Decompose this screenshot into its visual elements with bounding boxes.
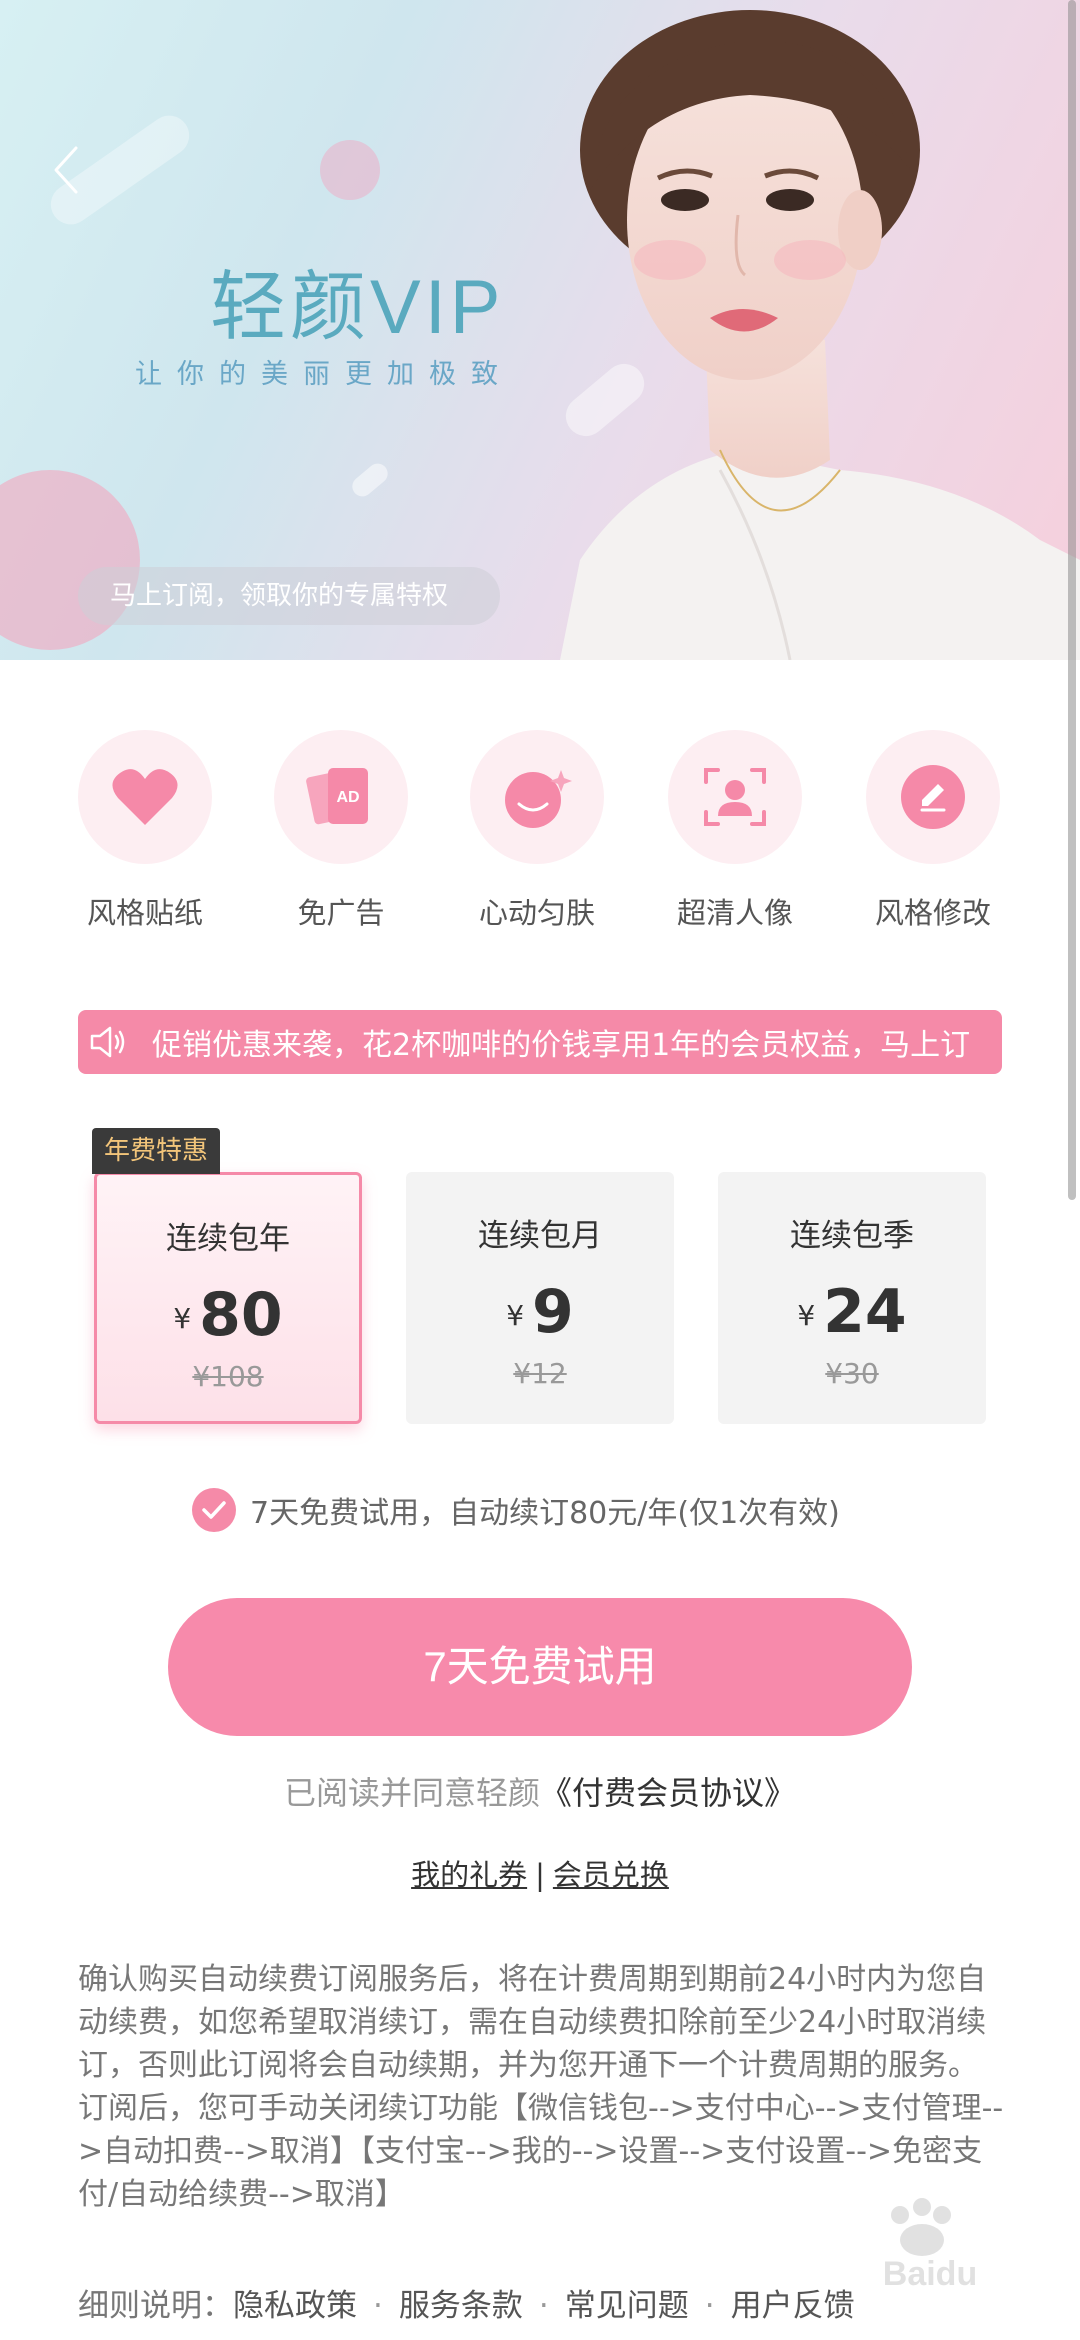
currency-symbol: ¥ xyxy=(506,1298,525,1332)
decor-blob xyxy=(320,140,380,200)
feature-icon-circle xyxy=(668,730,802,864)
currency-symbol: ¥ xyxy=(797,1298,816,1332)
dot-separator: · xyxy=(373,2288,383,2324)
my-coupons-link[interactable]: 我的礼券 xyxy=(411,1858,527,1892)
promo-marquee[interactable]: 促销优惠来袭，花2杯咖啡的价钱享用1年的会员权益，马上订 xyxy=(78,1010,1002,1074)
feature-icon-circle: AD xyxy=(274,730,408,864)
currency-symbol: ¥ xyxy=(173,1301,192,1335)
plan-name: 连续包年 xyxy=(166,1221,290,1257)
feature-icon-circle xyxy=(78,730,212,864)
feature-label: 免广告 xyxy=(297,896,385,930)
plan-name: 连续包月 xyxy=(478,1218,602,1254)
plan-price-value: 9 xyxy=(532,1277,574,1347)
portrait-scan-icon xyxy=(704,768,766,826)
privacy-policy-link[interactable]: 隐私政策 xyxy=(233,2288,357,2324)
member-redeem-link[interactable]: 会员兑换 xyxy=(553,1858,669,1892)
feature-icon-circle xyxy=(866,730,1000,864)
details-label: 细则说明： xyxy=(78,2288,233,2324)
plan-card-yearly[interactable]: 连续包年 ¥80 ¥108 xyxy=(94,1172,362,1424)
svg-text:Baidu: Baidu xyxy=(883,2255,977,2293)
plan-price: ¥80 xyxy=(97,1280,359,1350)
checkmark-checkbox[interactable] xyxy=(192,1488,236,1532)
plan-original-price: ¥108 xyxy=(192,1360,264,1393)
scrollbar[interactable] xyxy=(1068,0,1076,1200)
edit-pencil-icon xyxy=(901,765,965,829)
plan-selector: 连续包年 ¥80 ¥108 年费特惠 连续包月 ¥9 ¥12 连续包季 ¥24 … xyxy=(0,1128,1080,1428)
face-sparkle-icon xyxy=(505,770,572,828)
vip-feature-list: 风格贴纸 AD 免广告 心动匀肤 超清人像 风格修改 xyxy=(0,730,1080,950)
plan-price: ¥24 xyxy=(718,1277,986,1347)
feature-item-hd-portrait: 超清人像 xyxy=(650,730,820,932)
link-separator: | xyxy=(535,1858,545,1892)
coupon-links: 我的礼券 | 会员兑换 xyxy=(0,1852,1080,1894)
subscribe-prompt-pill: 马上订阅，领取你的专属特权 xyxy=(78,567,500,625)
dot-separator: · xyxy=(538,2288,549,2324)
feature-icon-circle xyxy=(470,730,604,864)
details-footer: 细则说明：隐私政策 · 服务条款 · 常见问题 · 用户反馈 xyxy=(78,2280,855,2325)
dot-separator: · xyxy=(704,2288,715,2324)
plan-card-quarterly[interactable]: 连续包季 ¥24 ¥30 xyxy=(718,1172,986,1424)
speaker-icon xyxy=(78,1010,138,1074)
agreement-prefix: 已阅读并同意轻颜 xyxy=(283,1774,540,1812)
feature-item-skin-smooth: 心动匀肤 xyxy=(452,730,622,932)
feature-label: 心动匀肤 xyxy=(478,896,595,930)
feature-label: 风格修改 xyxy=(874,896,991,930)
brand-title: 轻颜VIP xyxy=(210,265,505,350)
terms-of-service-link[interactable]: 服务条款 xyxy=(399,2288,523,2324)
plan-original-price: ¥30 xyxy=(825,1357,879,1390)
svg-text:AD: AD xyxy=(336,789,359,806)
terms-paragraph: 确认购买自动续费订阅服务后，将在计费周期到期前24小时内为您自动续费，如您希望取… xyxy=(78,1962,987,2083)
heart-icon xyxy=(112,769,178,825)
subscription-terms: 确认购买自动续费订阅服务后，将在计费周期到期前24小时内为您自动续费，如您希望取… xyxy=(78,1958,1008,2216)
annual-deal-badge: 年费特惠 xyxy=(92,1128,221,1174)
promo-marquee-text: 促销优惠来袭，花2杯咖啡的价钱享用1年的会员权益，马上订 xyxy=(152,1028,971,1063)
plan-price-value: 24 xyxy=(823,1277,907,1347)
baidu-watermark-logo: Baidu xyxy=(883,2198,977,2293)
back-chevron-icon[interactable] xyxy=(48,140,88,200)
plan-name: 连续包季 xyxy=(790,1218,914,1254)
member-agreement-link[interactable]: 《付费会员协议》 xyxy=(540,1774,796,1812)
trial-terms-row: 7天免费试用，自动续订80元/年(仅1次有效) xyxy=(192,1486,840,1534)
feature-label: 超清人像 xyxy=(676,896,793,930)
faq-link[interactable]: 常见问题 xyxy=(565,2288,689,2324)
plan-original-price: ¥12 xyxy=(513,1357,567,1390)
trial-terms-text: 7天免费试用，自动续订80元/年(仅1次有效) xyxy=(250,1496,840,1531)
feature-item-style-edit: 风格修改 xyxy=(848,730,1018,932)
decor-blob xyxy=(348,459,392,501)
plan-card-monthly[interactable]: 连续包月 ¥9 ¥12 xyxy=(406,1172,674,1424)
feature-label: 风格贴纸 xyxy=(86,896,203,930)
agreement-line: 已阅读并同意轻颜《付费会员协议》 xyxy=(0,1768,1080,1814)
brand-subtitle: 让你的美丽更加极致 xyxy=(135,359,513,390)
plan-price-value: 80 xyxy=(199,1280,283,1350)
vip-banner: 轻颜VIP 让你的美丽更加极致 马上订阅，领取你的专属特权 xyxy=(0,0,1080,660)
model-portrait-image xyxy=(560,10,1080,660)
feature-item-stickers: 风格贴纸 xyxy=(60,730,230,932)
free-trial-button[interactable]: 7天免费试用 xyxy=(168,1598,912,1736)
feature-item-no-ads: AD 免广告 xyxy=(256,730,426,932)
ad-card-icon: AD xyxy=(306,768,368,825)
checkmark-icon xyxy=(202,1501,226,1519)
plan-price: ¥9 xyxy=(406,1277,674,1347)
